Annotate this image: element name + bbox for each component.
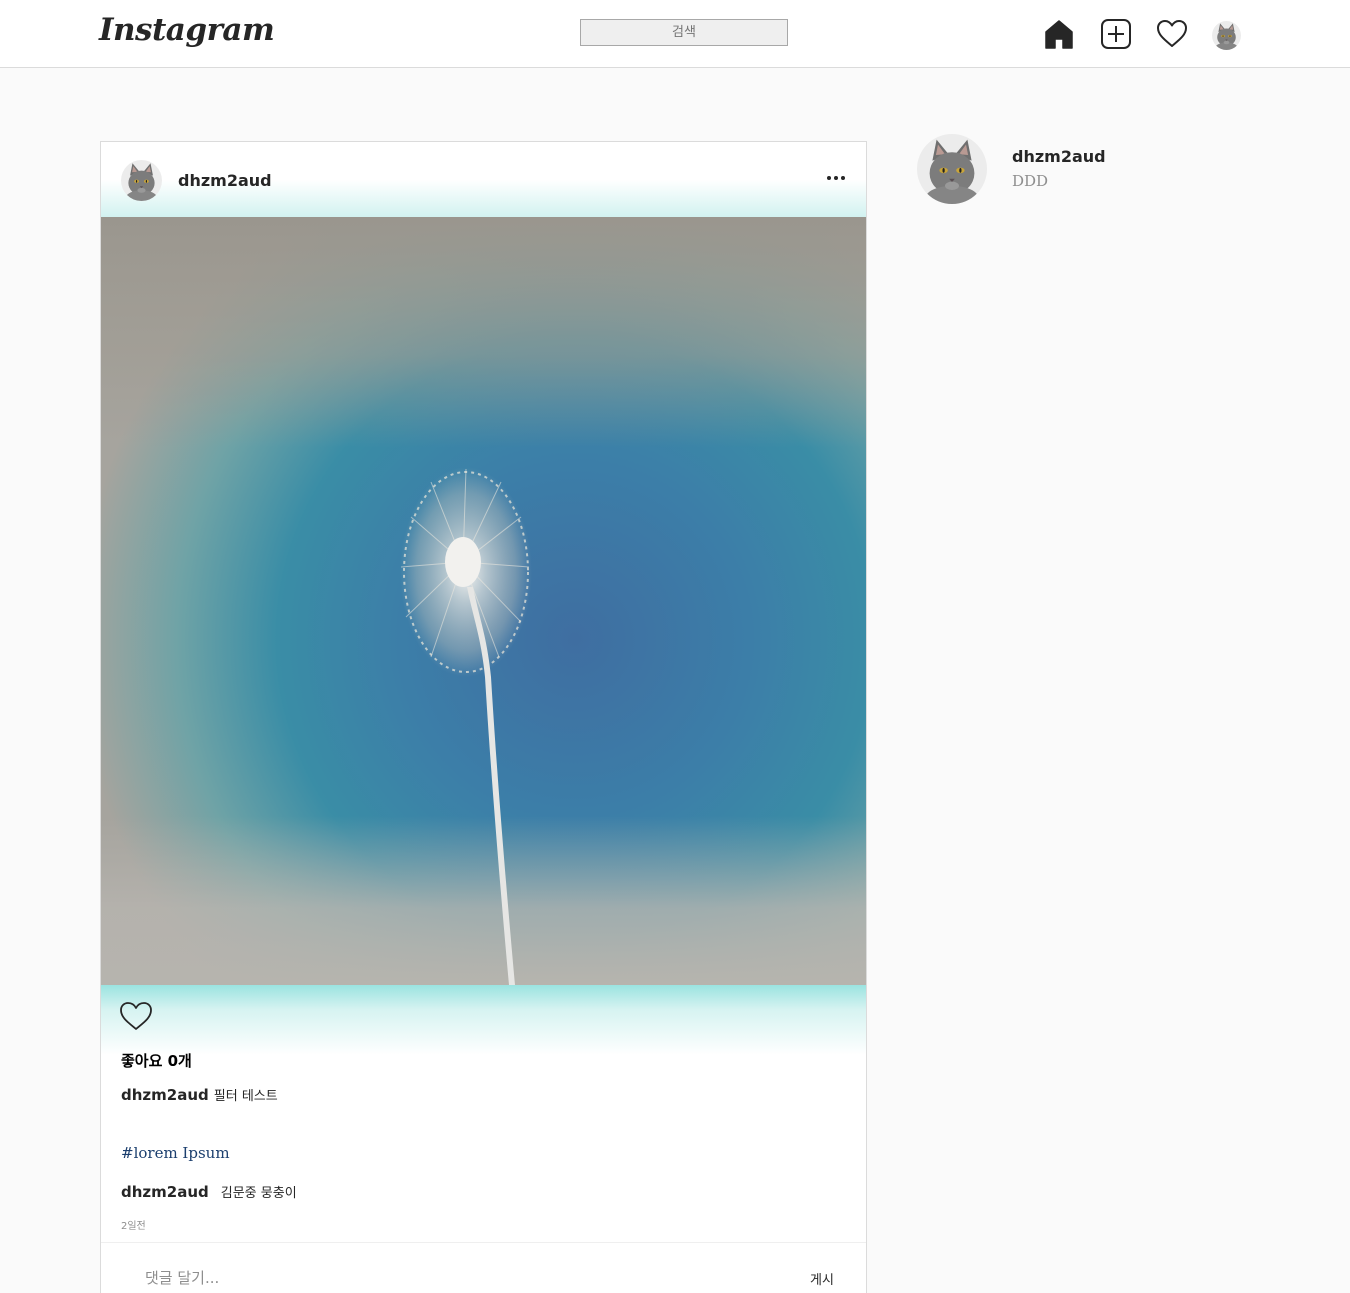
post-author-avatar[interactable]: [121, 160, 162, 201]
likes-count: 좋아요 0개: [121, 1052, 192, 1070]
like-heart-icon[interactable]: [119, 1000, 153, 1032]
sidebar-display-name: DDD: [1012, 172, 1049, 190]
post-timestamp: 2일전: [121, 1221, 146, 1232]
search-input[interactable]: [580, 19, 788, 46]
heart-icon[interactable]: [1156, 18, 1188, 50]
post-caption: dhzm2aud 필터 테스트: [121, 1085, 278, 1104]
sidebar-username[interactable]: dhzm2aud: [1012, 147, 1106, 166]
comment-item: dhzm2aud 김문중 뭉충이: [121, 1182, 297, 1201]
post-actions-bar: [101, 985, 866, 1055]
comment-input[interactable]: [145, 1267, 705, 1289]
hashtag-link[interactable]: #lorem Ipsum: [121, 1144, 230, 1162]
more-options-icon[interactable]: [825, 169, 847, 187]
post-comment-button[interactable]: 게시: [810, 1269, 834, 1288]
top-navigation-bar: Instagram: [0, 0, 1350, 68]
post-header: dhzm2aud: [101, 142, 866, 217]
caption-username[interactable]: dhzm2aud: [121, 1086, 209, 1104]
post-image: [101, 217, 866, 985]
post-card: dhzm2aud 좋아요 0개 dhzm2aud 필터 테스트 #lorem I…: [100, 141, 867, 1293]
caption-text: 필터 테스트: [213, 1089, 278, 1104]
add-post-icon[interactable]: [1100, 18, 1132, 50]
profile-avatar[interactable]: [1212, 21, 1241, 50]
comment-text: 김문중 뭉충이: [220, 1186, 297, 1201]
instagram-logo[interactable]: Instagram: [99, 12, 275, 48]
comment-bar: 게시: [101, 1242, 866, 1293]
post-author-username[interactable]: dhzm2aud: [178, 171, 272, 190]
sidebar-avatar[interactable]: [917, 134, 987, 204]
home-icon[interactable]: [1043, 18, 1075, 50]
comment-username[interactable]: dhzm2aud: [121, 1183, 209, 1201]
